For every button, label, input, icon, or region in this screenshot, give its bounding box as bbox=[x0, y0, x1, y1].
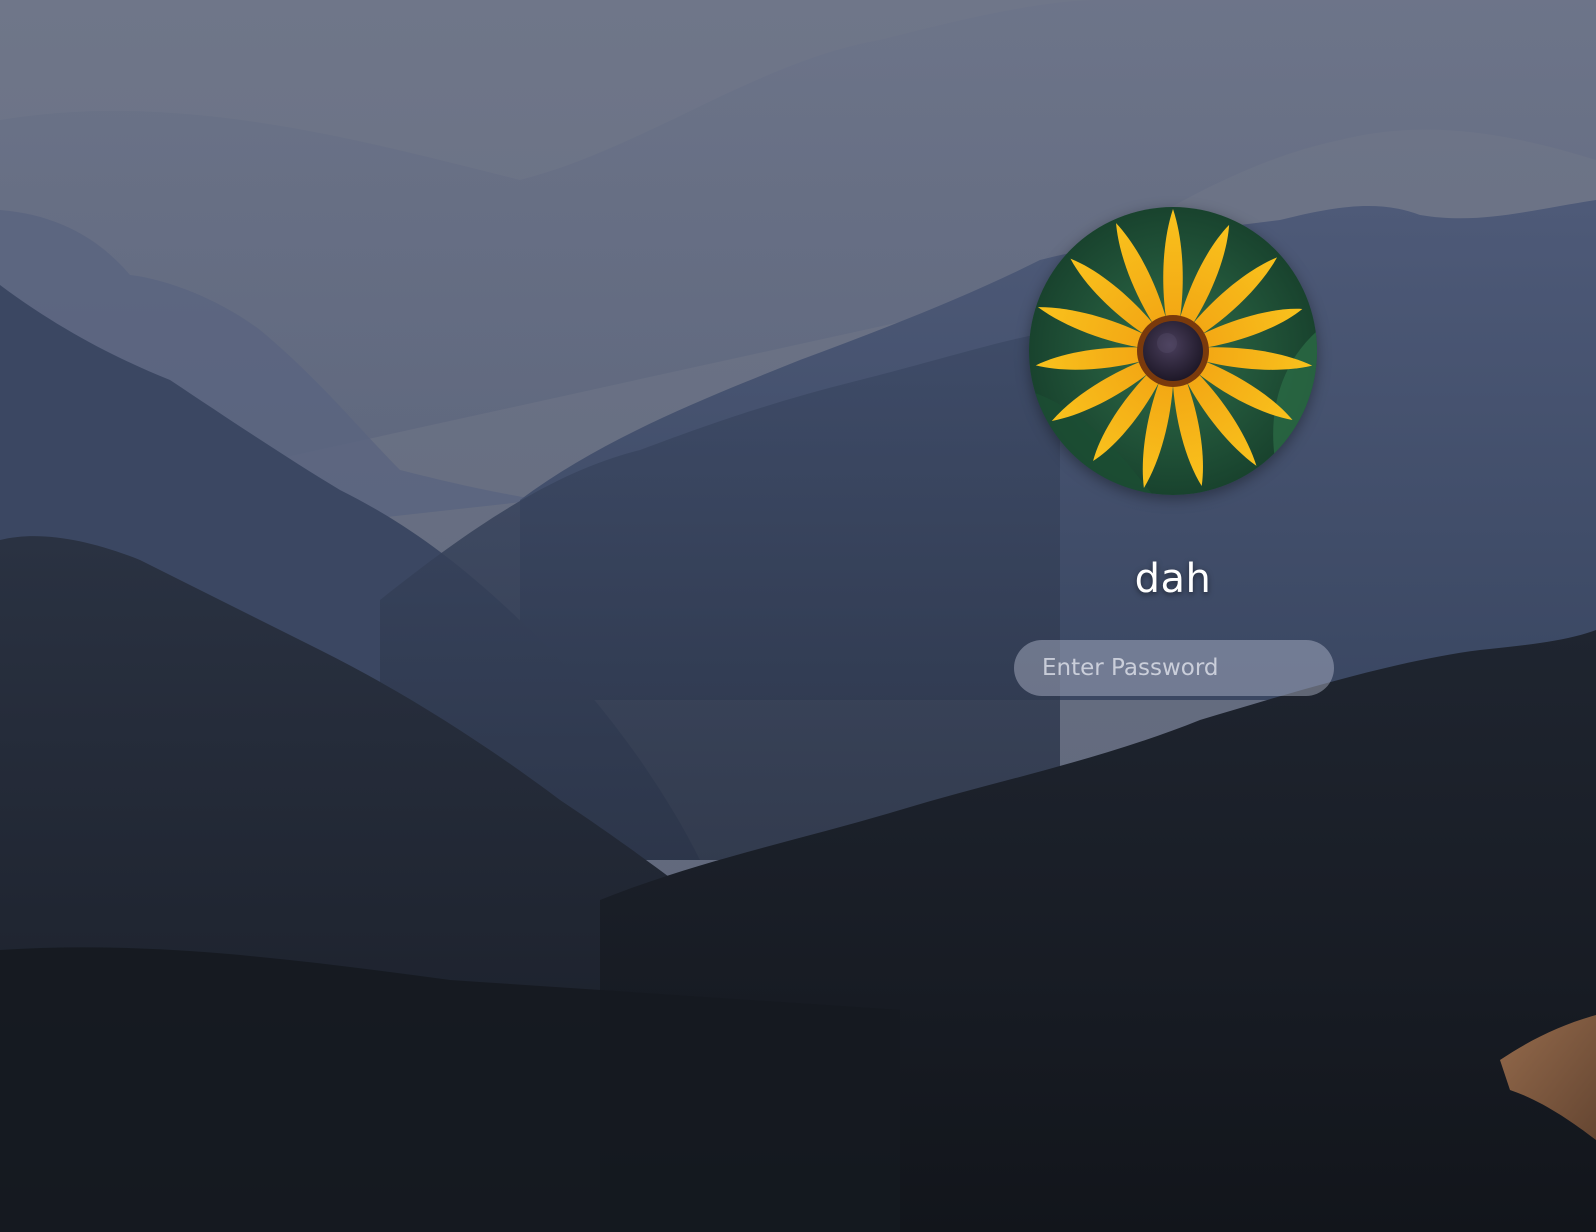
lock-screen: dah bbox=[0, 0, 1596, 1232]
sunflower-icon bbox=[1029, 207, 1317, 495]
mountain-wallpaper bbox=[0, 0, 1596, 1232]
password-input[interactable] bbox=[1014, 640, 1334, 696]
user-avatar[interactable] bbox=[1029, 207, 1317, 495]
username-label: dah bbox=[1134, 556, 1212, 602]
